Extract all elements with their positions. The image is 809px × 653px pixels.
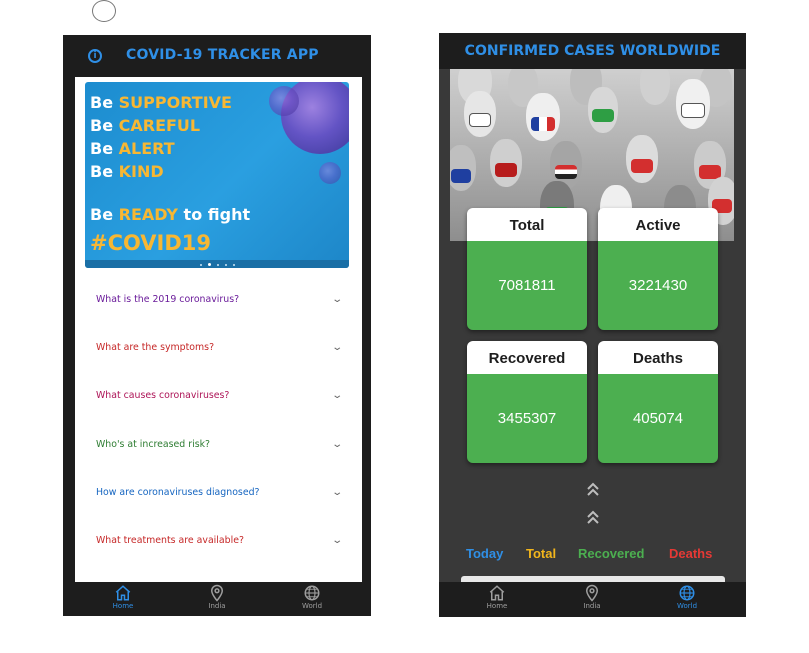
nav-label: India [583, 602, 601, 610]
globe-icon [679, 585, 695, 601]
nav-label: World [301, 602, 323, 610]
stat-card-value: 7081811 [467, 241, 587, 330]
faq-item[interactable]: What treatments are available? ⌄ [85, 518, 349, 566]
home-icon [489, 585, 505, 601]
home-content: Be SUPPORTIVE Be CAREFUL Be ALERT Be KIN… [75, 77, 362, 582]
chevron-down-icon[interactable]: ⌄ [331, 487, 343, 498]
tab-recovered[interactable]: Recovered [578, 546, 644, 561]
tab-today[interactable]: Today [466, 546, 503, 561]
faq-item[interactable]: How are coronaviruses diagnosed? ⌄ [85, 470, 349, 518]
app-header: i COVID-19 TRACKER APP [63, 35, 371, 77]
nav-label: Home [112, 602, 134, 610]
nav-label: India [208, 602, 226, 610]
app-title: COVID-19 TRACKER APP [126, 47, 319, 63]
banner-line: Be SUPPORTIVE [90, 93, 232, 112]
stat-card-label: Recovered [467, 341, 587, 374]
faq-question: How are coronaviruses diagnosed? [96, 487, 260, 498]
chevron-down-icon[interactable]: ⌄ [331, 294, 343, 305]
virus-illustration [319, 162, 341, 184]
double-chevron-up-icon[interactable] [587, 480, 599, 500]
app-header: CONFIRMED CASES WORLDWIDE [439, 33, 746, 69]
faq-question: What treatments are available? [96, 535, 244, 546]
carousel-dot[interactable] [199, 264, 202, 266]
info-icon[interactable]: i [88, 49, 102, 63]
nav-label: Home [486, 602, 508, 610]
home-icon [115, 585, 131, 601]
faq-item[interactable]: What causes coronaviruses? ⌄ [85, 373, 349, 421]
location-pin-icon [210, 584, 224, 602]
carousel-indicator [85, 263, 349, 266]
faq-item[interactable]: Who's at increased risk? ⌄ [85, 422, 349, 470]
stat-card-recovered: Recovered 3455307 [467, 341, 587, 463]
stats-tab-bar: Today Total Recovered Deaths [439, 546, 746, 562]
chevron-down-icon[interactable]: ⌄ [331, 439, 343, 450]
nav-item-india[interactable]: India [192, 584, 242, 610]
banner-fight-line: Be READY to fight [90, 205, 251, 224]
carousel-dot[interactable] [224, 264, 227, 266]
nav-label: World [676, 602, 698, 610]
carousel-dot[interactable] [232, 264, 235, 266]
nav-item-world[interactable]: World [287, 584, 337, 610]
tab-total[interactable]: Total [526, 546, 556, 561]
faq-item[interactable]: What are the symptoms? ⌄ [85, 325, 349, 373]
nav-item-home[interactable]: Home [98, 584, 148, 610]
phone-screen-home: i COVID-19 TRACKER APP Be SUPPORTIVE Be … [63, 35, 371, 616]
tab-deaths[interactable]: Deaths [669, 546, 712, 561]
banner-line: Be CAREFUL [90, 116, 201, 135]
window-control-circle[interactable] [92, 0, 116, 22]
stat-card-value: 3221430 [598, 241, 718, 330]
bottom-navigation: Home India World [63, 582, 371, 616]
faq-item[interactable]: What is the 2019 coronavirus? ⌄ [85, 277, 349, 325]
stat-card-total: Total 7081811 [467, 208, 587, 330]
faq-question: What causes coronaviruses? [96, 390, 230, 401]
stat-card-label: Deaths [598, 341, 718, 374]
stat-card-value: 405074 [598, 374, 718, 463]
chevron-down-icon[interactable]: ⌄ [331, 390, 343, 401]
stat-card-label: Total [467, 208, 587, 241]
carousel-dot-active[interactable] [207, 263, 211, 266]
double-chevron-up-icon[interactable] [587, 508, 599, 528]
globe-icon [304, 585, 320, 601]
banner-line: Be ALERT [90, 139, 175, 158]
banner-hashtag: #COVID19 [90, 231, 212, 255]
phone-screen-world: CONFIRMED CASES WORLDWIDE Total 7081811 … [439, 33, 746, 617]
nav-item-world[interactable]: World [662, 584, 712, 610]
stat-card-label: Active [598, 208, 718, 241]
chevron-down-icon[interactable]: ⌄ [331, 535, 343, 546]
nav-item-home[interactable]: Home [472, 584, 522, 610]
stat-card-value: 3455307 [467, 374, 587, 463]
banner-line: Be KIND [90, 162, 164, 181]
faq-question: What are the symptoms? [96, 342, 215, 353]
stat-card-deaths: Deaths 405074 [598, 341, 718, 463]
faq-question: What is the 2019 coronavirus? [96, 294, 240, 305]
page-title: CONFIRMED CASES WORLDWIDE [464, 43, 721, 59]
carousel-dot[interactable] [216, 264, 219, 266]
bottom-navigation: Home India World [439, 582, 746, 617]
location-pin-icon [585, 584, 599, 602]
virus-illustration [269, 86, 299, 116]
nav-item-india[interactable]: India [567, 584, 617, 610]
chevron-down-icon[interactable]: ⌄ [331, 342, 343, 353]
awareness-banner-carousel[interactable]: Be SUPPORTIVE Be CAREFUL Be ALERT Be KIN… [85, 82, 349, 268]
faq-question: Who's at increased risk? [96, 439, 210, 450]
stat-card-active: Active 3221430 [598, 208, 718, 330]
